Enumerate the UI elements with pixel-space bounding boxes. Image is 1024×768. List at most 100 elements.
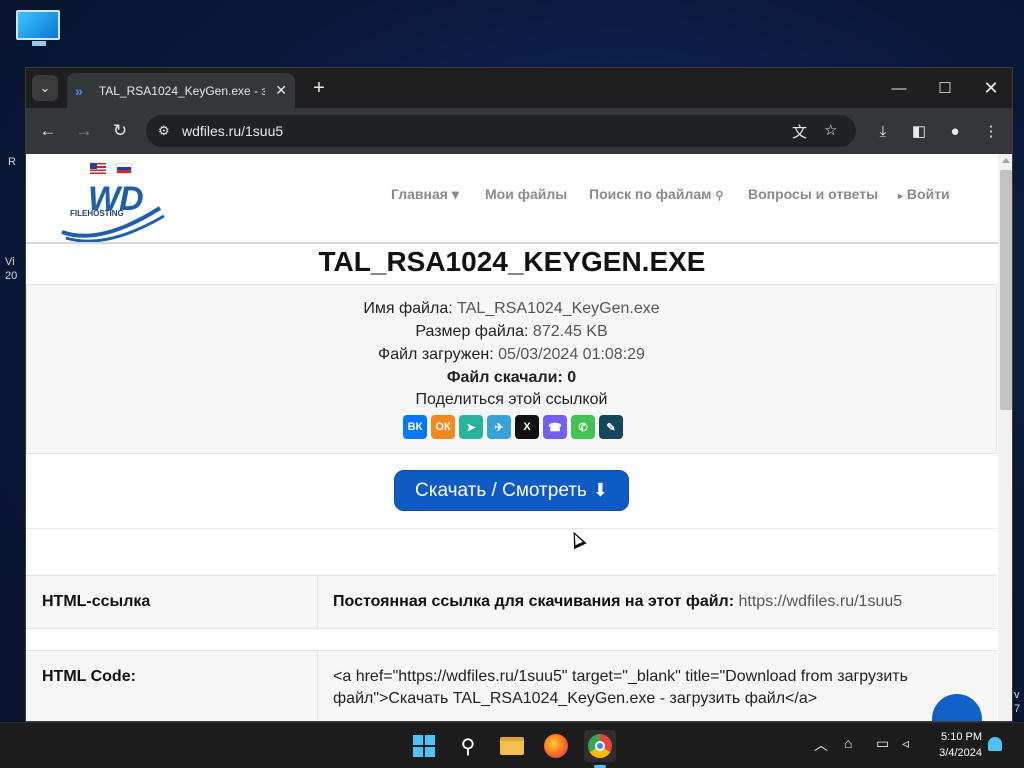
english-flag-icon[interactable] (90, 163, 106, 174)
menu-icon[interactable]: ⋮ (977, 117, 1005, 145)
nav-faq[interactable]: Вопросы и ответы (748, 186, 878, 202)
vk-share-icon[interactable]: ВК (403, 415, 427, 439)
download-count-line: Файл скачали: 0 (27, 369, 996, 387)
html-link-row: HTML-ссылка Постоянная ссылка для скачив… (26, 575, 997, 629)
system-clock[interactable]: 5:10 PM 3/4/2024 (924, 729, 982, 761)
close-window-button[interactable]: ✕ (968, 68, 1012, 108)
clock-date: 3/4/2024 (939, 747, 982, 759)
html-link-value[interactable]: Постоянная ссылка для скачивания на этот… (333, 591, 902, 613)
file-name-label: Имя файла: (363, 300, 453, 317)
site-info-icon[interactable]: ⚙ (158, 123, 170, 139)
chrome-icon[interactable] (584, 730, 616, 762)
html-code-row: HTML Code: <a href="https://wdfiles.ru/1… (26, 650, 997, 721)
odnoklassniki-share-icon[interactable]: ОК (431, 415, 455, 439)
nav-search-label: Поиск по файлам (589, 186, 712, 202)
search-icon[interactable]: ⚲ (452, 730, 484, 762)
nav-home[interactable]: Главная ▾ (391, 186, 459, 203)
whatsapp-share-icon[interactable]: ✆ (571, 415, 595, 439)
logo-swoosh-icon (61, 206, 165, 242)
file-size-label: Размер файла: (415, 323, 529, 340)
upload-date-value: 05/03/2024 01:08:29 (498, 346, 645, 363)
address-bar[interactable]: ⚙ wdfiles.ru/1suu5 文 ☆ (146, 115, 856, 147)
html-code-value[interactable]: <a href="https://wdfiles.ru/1suu5" targe… (333, 666, 933, 710)
upload-date-line: Файл загружен: 05/03/2024 01:08:29 (27, 346, 996, 364)
show-hidden-icons-icon[interactable]: ︿ (814, 735, 828, 755)
site-logo[interactable]: WD FILEHOSTING (60, 180, 170, 242)
file-explorer-icon[interactable] (496, 730, 528, 762)
display-icon[interactable]: ▭ (876, 735, 889, 752)
firefox-icon[interactable] (540, 730, 572, 762)
new-tab-button[interactable]: + (306, 75, 332, 101)
network-disconnected-icon[interactable]: ⌂ (844, 735, 852, 751)
maximize-button[interactable]: ☐ (922, 68, 968, 108)
html-link-prefix: Постоянная ссылка для скачивания на этот… (333, 593, 735, 610)
viber-share-icon[interactable]: ☎ (543, 415, 567, 439)
active-tab[interactable]: » TAL_RSA1024_KeyGen.exe - загрузить фай… (67, 73, 295, 108)
close-tab-icon[interactable]: ✕ (275, 82, 287, 99)
russian-flag-icon[interactable] (116, 163, 132, 174)
tab-search-button[interactable]: ⌄ (32, 75, 58, 101)
share-buttons: ВК ОК ➤ ✈ X ☎ ✆ ✎ (403, 415, 623, 439)
nav-search[interactable]: Поиск по файлам ⚲ (589, 186, 723, 202)
translate-icon[interactable]: 文 (792, 121, 807, 142)
x-share-icon[interactable]: X (515, 415, 539, 439)
html-code-label: HTML Code: (42, 668, 136, 685)
telegram-share-icon[interactable]: ✈ (487, 415, 511, 439)
login-arrow-icon: ▸ (898, 191, 904, 202)
volume-muted-icon[interactable]: ◃ (902, 735, 909, 752)
notification-bell-icon[interactable] (988, 737, 1002, 751)
side-panel-icon[interactable]: ◧ (905, 117, 933, 145)
bookmark-star-icon[interactable]: ☆ (824, 121, 837, 139)
messenger-share-icon[interactable]: ➤ (459, 415, 483, 439)
taskbar: ⚲ ︿ ⌂ ▭ ◃ 5:10 PM 3/4/2024 (0, 722, 1024, 768)
html-code-line: <a href="https://wdfiles.ru/1suu5" targe… (333, 668, 908, 685)
download-icon: ⬇ (592, 480, 608, 500)
clock-time: 5:10 PM (941, 731, 982, 743)
file-name-value: TAL_RSA1024_KeyGen.exe (457, 300, 660, 317)
download-button[interactable]: Скачать / Смотреть ⬇ (394, 470, 629, 511)
nav-my-files[interactable]: Мои файлы (485, 186, 567, 202)
profile-icon[interactable]: ● (941, 117, 969, 145)
this-pc-icon[interactable] (16, 10, 62, 50)
search-icon: ⚲ (715, 190, 724, 202)
file-size-line: Размер файла: 872.45 KB (27, 323, 996, 341)
download-area: Скачать / Смотреть ⬇ (26, 454, 997, 529)
desktop-edge-text: v7 (1014, 689, 1021, 715)
upload-date-label: Файл загружен: (378, 346, 494, 363)
start-button[interactable] (408, 730, 440, 762)
html-link-label: HTML-ссылка (42, 593, 151, 610)
download-count-value: 0 (567, 369, 577, 386)
browser-window: ⌄ » TAL_RSA1024_KeyGen.exe - загрузить ф… (25, 67, 1013, 722)
file-info-box: Имя файла: TAL_RSA1024_KeyGen.exe Размер… (26, 284, 997, 454)
nav-login[interactable]: ▸ Войти (898, 186, 950, 202)
html-link-url[interactable]: https://wdfiles.ru/1suu5 (739, 593, 903, 610)
browser-toolbar: ← → ↻ ⚙ wdfiles.ru/1suu5 文 ☆ ⤓ ◧ ● ⋮ (26, 108, 1012, 154)
url-text[interactable]: wdfiles.ru/1suu5 (182, 123, 283, 139)
livejournal-share-icon[interactable]: ✎ (599, 415, 623, 439)
web-page: WD FILEHOSTING Главная ▾ Мои файлы Поиск… (26, 154, 998, 721)
downloads-icon[interactable]: ⤓ (869, 117, 897, 145)
file-size-value: 872.45 KB (532, 323, 608, 340)
nav-login-label: Войти (906, 186, 950, 202)
scroll-up-arrow-icon[interactable] (1002, 158, 1010, 163)
share-label: Поделиться этой ссылкой (415, 391, 608, 408)
back-button[interactable]: ← (34, 117, 62, 145)
row-divider (317, 651, 318, 721)
file-title: TAL_RSA1024_KEYGEN.EXE (318, 246, 706, 277)
tab-title: TAL_RSA1024_KeyGen.exe - загрузить файл (98, 83, 265, 98)
forward-button[interactable]: → (70, 117, 98, 145)
file-name-line: Имя файла: TAL_RSA1024_KeyGen.exe (27, 300, 996, 318)
row-divider (317, 576, 318, 628)
tab-strip: ⌄ » TAL_RSA1024_KeyGen.exe - загрузить ф… (26, 68, 1012, 108)
download-count-label: Файл скачали: (446, 369, 563, 386)
site-header: WD FILEHOSTING Главная ▾ Мои файлы Поиск… (26, 154, 998, 244)
download-button-label: Скачать / Смотреть (415, 479, 587, 501)
html-code-line: файл">Скачать TAL_RSA1024_KeyGen.exe - з… (333, 690, 818, 707)
site-favicon-icon: » (75, 82, 83, 99)
desktop-edge-text: Vi 20 (5, 256, 18, 282)
page-scrollbar[interactable] (998, 154, 1012, 721)
reload-button[interactable]: ↻ (106, 117, 134, 145)
scrollbar-thumb[interactable] (1000, 170, 1012, 410)
windows-logo-icon (413, 735, 435, 757)
minimize-button[interactable]: — (876, 68, 922, 108)
